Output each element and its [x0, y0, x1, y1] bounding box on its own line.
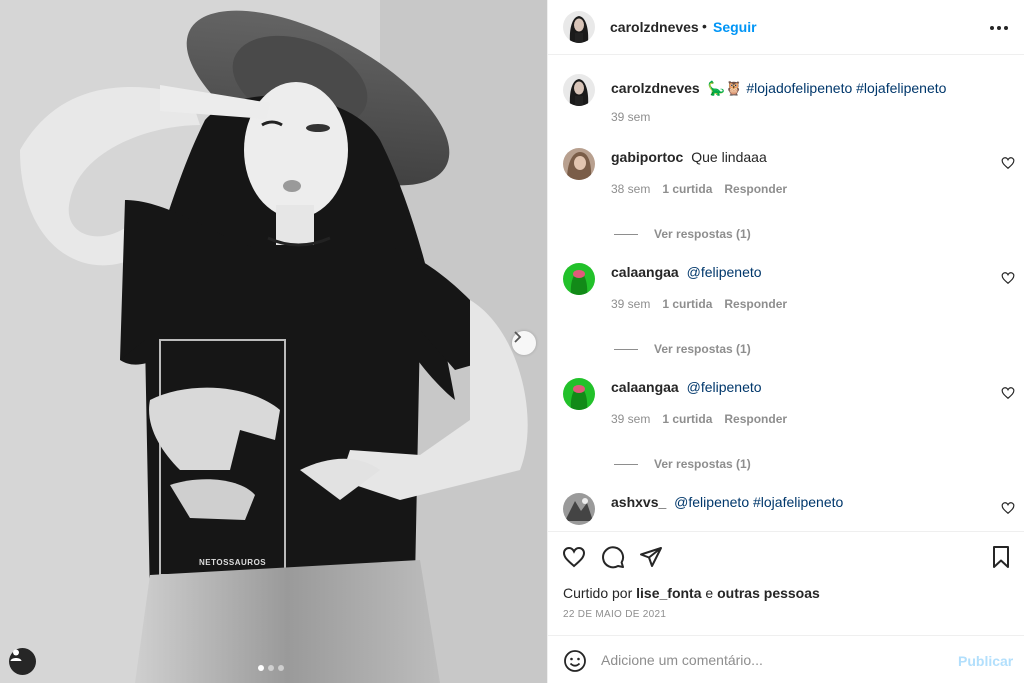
- view-replies-button[interactable]: Ver respostas (1): [614, 227, 751, 241]
- liked-by-conj: e: [705, 585, 714, 601]
- heart-icon[interactable]: [1001, 501, 1015, 515]
- smiley-icon[interactable]: [563, 649, 587, 673]
- caption-emoji: 🦕🦉: [707, 80, 743, 96]
- carousel-indicator: [258, 665, 284, 671]
- commenter-avatar-image: [563, 493, 595, 525]
- caption-username[interactable]: carolzdneves: [611, 80, 700, 96]
- comment-time[interactable]: 39 sem: [611, 412, 650, 426]
- comment-likes[interactable]: 1 curtida: [662, 297, 712, 311]
- comment-mention[interactable]: @felipeneto: [687, 379, 762, 395]
- comment-icon[interactable]: [601, 545, 625, 569]
- heart-icon[interactable]: [1001, 386, 1015, 400]
- post-photo[interactable]: NETOSSAUROS: [0, 0, 547, 683]
- tagged-users-button[interactable]: [9, 648, 36, 675]
- liked-by-prefix: Curtido por: [563, 585, 633, 601]
- post-actions: Curtido por lise_fonta e outras pessoas …: [548, 531, 1024, 635]
- paper-plane-icon[interactable]: [639, 545, 663, 569]
- add-comment-bar: Publicar: [548, 635, 1024, 683]
- comment-mention[interactable]: @felipeneto: [687, 264, 762, 280]
- more-horizontal-icon: [1004, 26, 1008, 30]
- caption-text: carolzdneves 🦕🦉 #lojadofelipeneto #lojaf…: [611, 79, 946, 97]
- comments-list[interactable]: carolzdneves 🦕🦉 #lojadofelipeneto #lojaf…: [548, 56, 1024, 531]
- more-options-button[interactable]: [990, 20, 1010, 36]
- post-date[interactable]: 22 DE MAIO DE 2021: [563, 609, 666, 620]
- caption-hashtags[interactable]: #lojadofelipeneto #lojafelipeneto: [746, 80, 946, 96]
- caption-avatar-image: [563, 74, 595, 106]
- comment-input[interactable]: [601, 648, 941, 672]
- liked-by-text: Curtido por lise_fonta e outras pessoas: [563, 585, 820, 601]
- comment-time[interactable]: 38 sem: [611, 182, 650, 196]
- more-horizontal-icon: [990, 26, 994, 30]
- carousel-next-button[interactable]: [512, 331, 536, 355]
- comment-text: calaangaa @felipeneto: [611, 263, 762, 281]
- carousel-dot: [268, 665, 274, 671]
- carousel-dot: [258, 665, 264, 671]
- bookmark-icon[interactable]: [989, 545, 1013, 569]
- instagram-post: NETOSSAUROS carolzdneves • Seguir carolz…: [0, 0, 1024, 683]
- caption-avatar[interactable]: [563, 74, 595, 106]
- more-horizontal-icon: [997, 26, 1001, 30]
- reply-button[interactable]: Responder: [724, 182, 787, 196]
- post-side-panel: carolzdneves • Seguir carolzdneves 🦕🦉 #l…: [547, 0, 1024, 683]
- comment-meta: 39 sem 1 curtida Responder: [611, 412, 787, 426]
- view-replies-button[interactable]: Ver respostas (1): [614, 342, 751, 356]
- shirt-print-text: NETOSSAUROS: [199, 558, 267, 567]
- view-replies-label: Ver respostas (1): [654, 457, 751, 471]
- comment-meta: 38 sem 1 curtida Responder: [611, 182, 787, 196]
- commenter-avatar[interactable]: [563, 148, 595, 180]
- view-replies-button[interactable]: Ver respostas (1): [614, 457, 751, 471]
- post-header: carolzdneves • Seguir: [548, 0, 1024, 55]
- commenter-avatar[interactable]: [563, 493, 595, 525]
- caption-time[interactable]: 39 sem: [611, 110, 650, 124]
- author-avatar-image: [563, 11, 595, 43]
- commenter-avatar-image: [563, 378, 595, 410]
- heart-icon[interactable]: [1001, 271, 1015, 285]
- carousel-dot: [278, 665, 284, 671]
- comment-mention[interactable]: @felipeneto #lojafelipeneto: [674, 494, 843, 510]
- commenter-avatar[interactable]: [563, 378, 595, 410]
- reply-button[interactable]: Responder: [724, 297, 787, 311]
- comment-likes[interactable]: 1 curtida: [662, 182, 712, 196]
- comment-username[interactable]: ashxvs_: [611, 494, 666, 510]
- header-separator: •: [702, 18, 707, 34]
- author-username[interactable]: carolzdneves: [610, 19, 699, 35]
- comment-username[interactable]: gabiportoc: [611, 149, 683, 165]
- photo-illustration: [0, 0, 547, 683]
- chevron-right-icon: [514, 331, 522, 343]
- commenter-avatar[interactable]: [563, 263, 595, 295]
- view-replies-label: Ver respostas (1): [654, 227, 751, 241]
- comment-time[interactable]: 39 sem: [611, 297, 650, 311]
- liked-by-user[interactable]: lise_fonta: [636, 585, 701, 601]
- caption-meta: 39 sem: [611, 110, 650, 124]
- author-avatar[interactable]: [563, 11, 595, 43]
- publish-button[interactable]: Publicar: [958, 653, 1013, 669]
- comment-text: calaangaa @felipeneto: [611, 378, 762, 396]
- commenter-avatar-image: [563, 148, 595, 180]
- heart-icon[interactable]: [562, 545, 586, 569]
- heart-icon[interactable]: [1001, 156, 1015, 170]
- comment-likes[interactable]: 1 curtida: [662, 412, 712, 426]
- replies-divider: [614, 463, 638, 465]
- replies-divider: [614, 233, 638, 235]
- commenter-avatar-image: [563, 263, 595, 295]
- comment-meta: 39 sem 1 curtida Responder: [611, 297, 787, 311]
- view-replies-label: Ver respostas (1): [654, 342, 751, 356]
- user-tag-icon: [10, 649, 22, 661]
- liked-by-others[interactable]: outras pessoas: [717, 585, 820, 601]
- comment-username[interactable]: calaangaa: [611, 264, 679, 280]
- comment-username[interactable]: calaangaa: [611, 379, 679, 395]
- replies-divider: [614, 348, 638, 350]
- follow-button[interactable]: Seguir: [713, 19, 757, 35]
- comment-text: gabiportoc Que lindaaa: [611, 148, 767, 166]
- reply-button[interactable]: Responder: [724, 412, 787, 426]
- comment-text: ashxvs_ @felipeneto #lojafelipeneto: [611, 493, 843, 511]
- comment-body: Que lindaaa: [691, 149, 767, 165]
